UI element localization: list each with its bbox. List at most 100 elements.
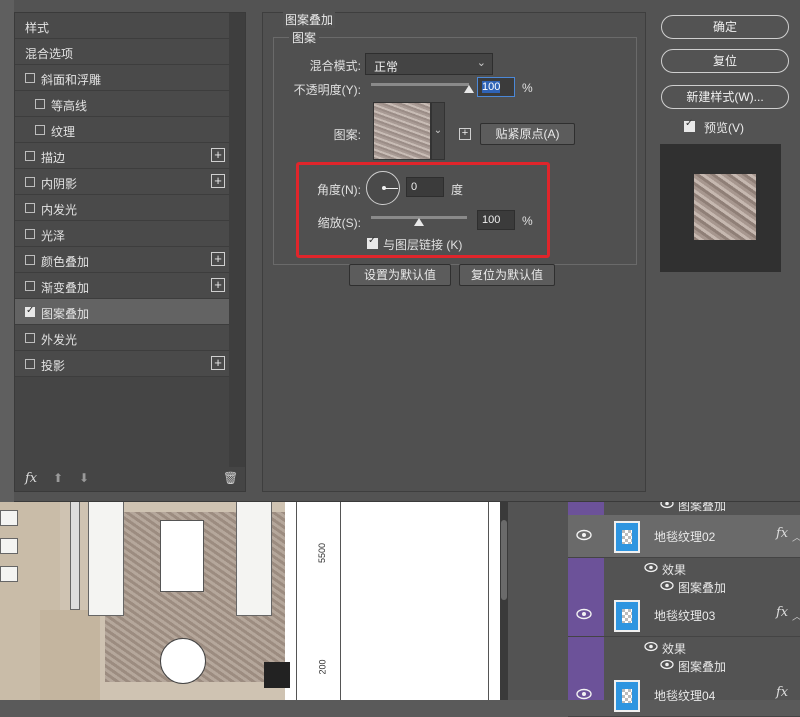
layer-thumbnail[interactable] — [614, 680, 640, 712]
plan-line — [340, 490, 341, 700]
reset-button[interactable]: 复位 — [661, 49, 789, 73]
trash-icon[interactable]: 🗑 — [223, 471, 238, 485]
styles-list-footer: fx ⬆ ⬇ 🗑 — [15, 467, 245, 491]
layer-name[interactable]: 地毯纹理02 — [654, 528, 715, 545]
style-item-label: 纹理 — [51, 125, 76, 139]
style-checkbox[interactable] — [25, 177, 35, 187]
style-item-label: 渐变叠加 — [41, 281, 90, 295]
snap-to-origin-button[interactable]: 贴紧原点(A) — [480, 123, 575, 145]
style-item[interactable]: 斜面和浮雕 — [15, 65, 229, 91]
add-effect-icon[interactable]: + — [211, 252, 225, 266]
eye-icon[interactable] — [660, 659, 674, 670]
layer-effect-row[interactable]: 图案叠加 — [568, 576, 800, 596]
add-effect-icon[interactable]: + — [211, 278, 225, 292]
style-item-label: 投影 — [41, 359, 66, 373]
fx-icon[interactable]: fx — [25, 471, 37, 486]
style-item[interactable]: 内阴影 + — [15, 169, 229, 195]
style-checkbox[interactable] — [25, 281, 35, 291]
eye-icon[interactable] — [576, 608, 592, 620]
layer-thumbnail[interactable] — [614, 600, 640, 632]
dialog-edge — [0, 0, 14, 502]
eye-icon[interactable] — [644, 562, 658, 573]
layer-name[interactable]: 地毯纹理03 — [654, 607, 715, 624]
list-scrollbar[interactable] — [229, 13, 245, 467]
dimension-label: 200 — [317, 659, 328, 675]
ok-button[interactable]: 确定 — [661, 15, 789, 39]
style-checkbox[interactable] — [25, 203, 35, 213]
furniture-block — [0, 538, 18, 554]
eye-icon[interactable] — [576, 529, 592, 541]
style-item[interactable]: 渐变叠加 + — [15, 273, 229, 299]
chevron-down-icon[interactable]: ⌄ — [431, 102, 445, 160]
move-up-icon[interactable]: ⬆ — [53, 471, 63, 485]
reset-default-button[interactable]: 复位为默认值 — [459, 264, 555, 286]
style-checkbox[interactable] — [35, 125, 45, 135]
style-item[interactable]: 光泽 — [15, 221, 229, 247]
chevron-up-icon[interactable]: ︿ — [792, 608, 800, 623]
pattern-label: 图案: — [333, 128, 361, 142]
eye-icon[interactable] — [644, 641, 658, 652]
move-down-icon[interactable]: ⬇ — [79, 471, 89, 485]
blend-mode-dropdown[interactable]: 正常 ⌄ — [365, 53, 493, 75]
sofa-left — [88, 498, 124, 616]
style-item-label: 内阴影 — [41, 177, 78, 191]
style-checkbox[interactable] — [25, 255, 35, 265]
style-item-label: 光泽 — [41, 229, 66, 243]
layer-row[interactable]: 地毯纹理02 fx ︿ — [568, 515, 800, 558]
set-default-button[interactable]: 设置为默认值 — [349, 264, 451, 286]
layers-panel: 图案叠加 地毯纹理02 fx ︿ 效果 图案叠加 地毯纹理03 fx ︿ 效果 … — [508, 490, 800, 717]
layer-row[interactable]: 地毯纹理03 fx ︿ — [568, 594, 800, 637]
pattern-swatch[interactable] — [373, 102, 431, 160]
style-checkbox[interactable] — [25, 73, 35, 83]
style-item[interactable]: 外发光 — [15, 325, 229, 351]
blend-mode-label: 混合模式: — [309, 59, 361, 73]
style-item-label: 混合选项 — [25, 47, 74, 61]
layer-name[interactable]: 地毯纹理04 — [654, 687, 715, 704]
document-canvas[interactable]: 5500 200 — [0, 490, 500, 700]
style-checkbox[interactable] — [25, 359, 35, 369]
opacity-slider-thumb[interactable] — [464, 85, 474, 93]
new-style-button[interactable]: 新建样式(W)... — [661, 85, 789, 109]
preview-swatch — [694, 174, 756, 240]
canvas-scrollbar[interactable] — [500, 490, 508, 700]
preview-checkbox[interactable] — [684, 118, 695, 132]
style-item[interactable]: 内发光 — [15, 195, 229, 221]
chevron-up-icon[interactable]: ︿ — [792, 529, 800, 544]
layer-thumbnail[interactable] — [614, 521, 640, 553]
eye-icon[interactable] — [660, 580, 674, 591]
style-item[interactable]: 图案叠加 — [15, 299, 229, 325]
layer-effects-row[interactable]: 效果 — [568, 637, 800, 657]
fx-icon[interactable]: fx — [776, 605, 788, 620]
opacity-input[interactable]: 100 — [477, 77, 515, 97]
fx-icon[interactable]: fx — [776, 685, 788, 700]
style-item[interactable]: 描边 + — [15, 143, 229, 169]
scroll-thumb[interactable] — [501, 520, 507, 600]
layer-effect-row[interactable]: 图案叠加 — [568, 655, 800, 675]
style-checkbox[interactable] — [35, 99, 45, 109]
style-checkbox[interactable] — [25, 151, 35, 161]
style-item[interactable]: 等高线 — [15, 91, 229, 117]
style-item[interactable]: 混合选项 — [15, 39, 229, 65]
new-preset-icon[interactable]: + — [459, 128, 471, 140]
style-checkbox[interactable] — [25, 229, 35, 239]
style-item[interactable]: 纹理 — [15, 117, 229, 143]
plan-marker — [264, 662, 290, 688]
fx-icon[interactable]: fx — [776, 526, 788, 541]
layer-effects-row[interactable]: 效果 — [568, 558, 800, 578]
add-effect-icon[interactable]: + — [211, 174, 225, 188]
layer-row[interactable]: 地毯纹理04 fx — [568, 674, 800, 717]
add-effect-icon[interactable]: + — [211, 356, 225, 370]
style-checkbox[interactable] — [25, 305, 35, 317]
plan-line — [488, 490, 489, 700]
style-item-label: 样式 — [25, 21, 50, 35]
opacity-slider[interactable] — [371, 83, 469, 86]
style-item[interactable]: 样式 — [15, 13, 229, 39]
style-checkbox[interactable] — [25, 333, 35, 343]
furniture-block — [0, 566, 18, 582]
eye-icon[interactable] — [576, 688, 592, 700]
style-item[interactable]: 投影 + — [15, 351, 229, 377]
style-preview — [660, 144, 781, 272]
add-effect-icon[interactable]: + — [211, 148, 225, 162]
style-item[interactable]: 颜色叠加 + — [15, 247, 229, 273]
dimension-label: 5500 — [317, 542, 328, 564]
